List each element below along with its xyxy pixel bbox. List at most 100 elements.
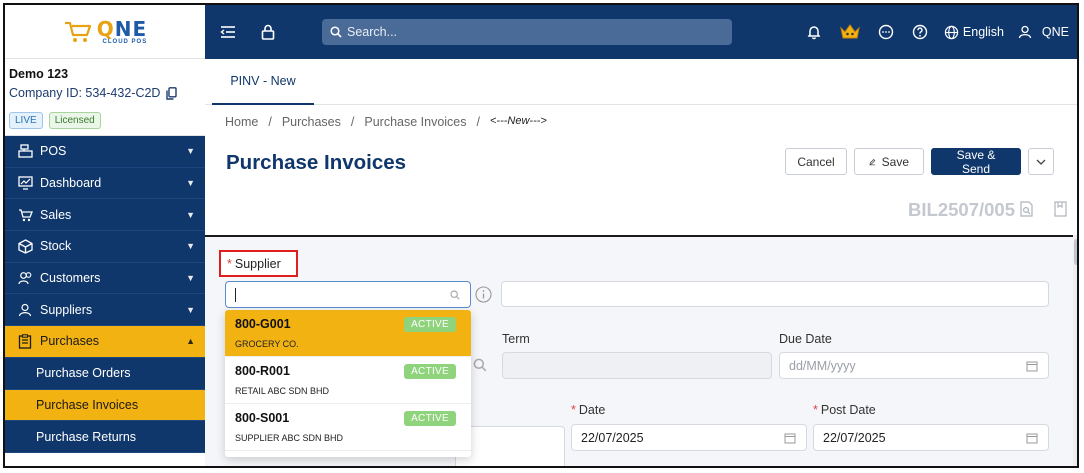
supplier-label-highlight: * Supplier <box>219 250 298 277</box>
sidebar-item-label: Stock <box>40 239 72 254</box>
save-button-label: Save <box>881 154 909 169</box>
supplier-name: GROCERY CO. <box>235 339 299 349</box>
post-date-label: * Post Date <box>813 403 876 417</box>
search-icon <box>330 26 342 38</box>
chevron-down-icon: ▼ <box>186 273 195 284</box>
lock-icon[interactable] <box>258 22 278 42</box>
breadcrumb-separator: / <box>476 115 480 129</box>
users-icon <box>17 270 33 286</box>
top-bar: Search... English QNE <box>205 5 1077 59</box>
logo-area[interactable]: QNE CLOUD POS <box>5 5 205 59</box>
calendar-icon[interactable] <box>1026 360 1038 372</box>
info-icon[interactable] <box>475 286 492 303</box>
sidebar-nav: POS ▼ Dashboard ▼ Sales ▼ Stock ▼ Custom… <box>5 136 205 453</box>
due-date-field[interactable]: dd/MM/yyyy <box>779 352 1049 379</box>
user-name: QNE <box>1041 25 1069 39</box>
status-badge: ACTIVE <box>404 411 456 426</box>
bell-icon[interactable] <box>804 22 824 42</box>
monitor-icon <box>17 175 33 191</box>
sidebar-item-pos[interactable]: POS ▼ <box>5 136 205 168</box>
supplier-option[interactable]: 800-R001 RETAIL ABC SDN BHD ACTIVE <box>225 357 471 404</box>
sidebar-item-stock[interactable]: Stock ▼ <box>5 231 205 263</box>
document-number: BIL2507/005 <box>908 199 1015 220</box>
search-icon[interactable] <box>473 358 487 372</box>
post-date-field[interactable]: 22/07/2025 <box>813 424 1049 451</box>
breadcrumb-home[interactable]: Home <box>225 115 258 129</box>
chevron-down-icon <box>1036 159 1046 165</box>
term-field <box>502 352 772 379</box>
scrollbar-thumb[interactable] <box>1074 239 1077 265</box>
supplier-name-field[interactable] <box>501 281 1049 307</box>
tab-strip: PINV - New <box>205 59 1077 105</box>
breadcrumb-purchases[interactable]: Purchases <box>282 115 341 129</box>
save-button[interactable]: Save <box>854 148 924 175</box>
date-field[interactable]: 22/07/2025 <box>571 424 807 451</box>
live-badge: LIVE <box>9 112 43 129</box>
supplier-input[interactable] <box>225 281 471 308</box>
sidebar-item-label: Sales <box>40 207 72 222</box>
cart-logo-icon <box>64 21 91 42</box>
due-date-label: Due Date <box>779 332 832 346</box>
chat-icon[interactable] <box>876 22 896 42</box>
sidebar-item-dashboard[interactable]: Dashboard ▼ <box>5 168 205 200</box>
cart-icon <box>17 207 33 223</box>
invoice-form: * Supplier Term Due Date dd/MM/yyyy * Dat… <box>205 237 1073 466</box>
chevron-down-icon: ▼ <box>186 304 195 315</box>
search-placeholder: Search... <box>347 25 398 39</box>
qne-logo: QNE CLOUD POS <box>63 19 147 45</box>
user-icon <box>1018 25 1032 39</box>
post-date-value: 22/07/2025 <box>823 430 886 445</box>
breadcrumb-purchase-invoices[interactable]: Purchase Invoices <box>364 115 466 129</box>
sidebar-item-label: POS <box>40 144 67 159</box>
calendar-icon[interactable] <box>784 432 796 444</box>
breadcrumb-current: <---New---> <box>490 115 547 127</box>
sidebar-item-suppliers[interactable]: Suppliers ▼ <box>5 294 205 327</box>
calendar-icon[interactable] <box>1026 432 1038 444</box>
user-menu[interactable]: QNE <box>1018 25 1069 39</box>
sidebar-subitem-purchase-orders[interactable]: Purchase Orders <box>5 357 205 390</box>
supplier-option[interactable]: 800-S001 SUPPLIER ABC SDN BHD ACTIVE <box>225 404 471 451</box>
sidebar-subitem-purchase-returns[interactable]: Purchase Returns <box>5 421 205 453</box>
document-search-icon[interactable] <box>1020 201 1034 217</box>
term-label: Term <box>502 332 530 346</box>
breadcrumb-separator: / <box>268 115 272 129</box>
language-selector[interactable]: English <box>944 25 1004 40</box>
clipboard-icon <box>17 333 33 349</box>
chevron-down-icon: ▼ <box>186 146 195 157</box>
company-id: Company ID: 534-432-C2D <box>9 86 161 100</box>
language-label: English <box>962 25 1004 39</box>
required-marker: * <box>227 256 232 271</box>
box-icon <box>17 238 33 254</box>
cancel-button[interactable]: Cancel <box>785 148 847 175</box>
date-label: * Date <box>571 403 606 417</box>
due-date-placeholder: dd/MM/yyyy <box>789 358 856 373</box>
licensed-badge: Licensed <box>48 112 101 129</box>
menu-collapse-icon[interactable] <box>218 22 238 42</box>
user-icon <box>17 302 33 318</box>
tab-pinv-new[interactable]: PINV - New <box>212 59 314 105</box>
more-actions-button[interactable] <box>1028 148 1054 175</box>
status-badge: ACTIVE <box>404 364 456 379</box>
help-icon[interactable] <box>910 22 930 42</box>
search-input[interactable]: Search... <box>322 19 732 45</box>
copy-icon[interactable] <box>166 86 178 100</box>
bookmark-icon[interactable] <box>1054 201 1067 217</box>
scrollbar[interactable] <box>1073 235 1077 466</box>
logo-sub-text: CLOUD POS <box>102 38 148 45</box>
save-send-button[interactable]: Save & Send <box>931 148 1021 176</box>
main-content: PINV - New Home / Purchases / Purchase I… <box>205 59 1077 466</box>
pencil-icon <box>869 158 876 165</box>
status-badge: ACTIVE <box>404 317 456 332</box>
sidebar-subitem-purchase-invoices[interactable]: Purchase Invoices <box>5 389 205 422</box>
date-value: 22/07/2025 <box>581 430 644 445</box>
sidebar-item-purchases[interactable]: Purchases ▲ <box>5 326 205 358</box>
sidebar-item-customers[interactable]: Customers ▼ <box>5 263 205 295</box>
supplier-option[interactable]: 800-G001 GROCERY CO. ACTIVE <box>225 310 471 357</box>
sidebar-item-label: Suppliers <box>40 302 93 317</box>
reference-field[interactable] <box>455 426 565 466</box>
sidebar-item-sales[interactable]: Sales ▼ <box>5 199 205 232</box>
search-icon <box>450 289 460 300</box>
chevron-up-icon: ▲ <box>186 336 195 347</box>
crown-mascot-icon[interactable] <box>838 22 862 42</box>
page-title: Purchase Invoices <box>226 151 407 174</box>
